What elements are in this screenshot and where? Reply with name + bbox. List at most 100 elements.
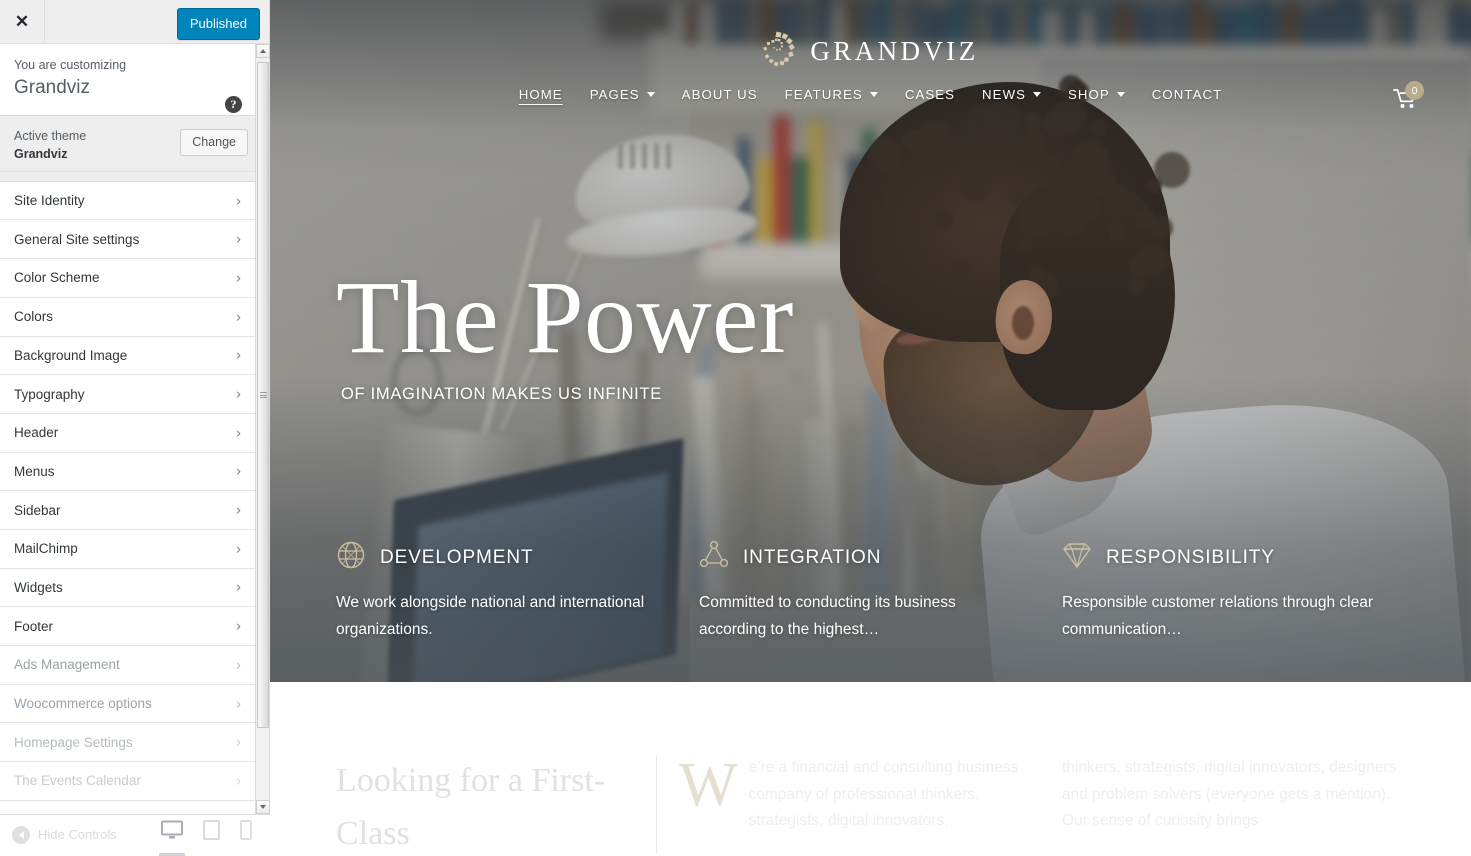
desktop-icon <box>161 820 183 840</box>
sidebar-item-label: Background Image <box>14 348 127 363</box>
close-icon: ✕ <box>15 12 29 32</box>
sidebar-item-header[interactable]: Header › <box>0 414 256 453</box>
sidebar-item-label: Sidebar <box>14 503 61 518</box>
scrollbar-thumb[interactable] <box>257 62 269 728</box>
sidebar-item-label: The Events Calendar <box>14 773 141 788</box>
device-mobile-button[interactable] <box>240 820 252 849</box>
drop-cap: W <box>679 759 738 812</box>
sidebar-item-ads-management[interactable]: Ads Management › <box>0 646 256 685</box>
chevron-down-icon <box>870 92 878 97</box>
nav-item-label: CASES <box>905 87 955 102</box>
column-divider <box>656 755 657 854</box>
sidebar-item-color-scheme[interactable]: Color Scheme › <box>0 259 256 298</box>
publish-button[interactable]: Published <box>177 8 260 40</box>
feature-description: We work alongside national and internati… <box>336 589 656 643</box>
brand-name: GRANDVIZ <box>810 36 978 67</box>
nav-item-home[interactable]: HOME <box>519 87 563 102</box>
sidebar-item-label: Typography <box>14 387 85 402</box>
chevron-right-icon: › <box>236 308 241 325</box>
sidebar-item-label: Site Identity <box>14 193 85 208</box>
nav-item-label: NEWS <box>982 87 1026 102</box>
nav-item-contact[interactable]: CONTACT <box>1152 87 1222 102</box>
network-triangle-icon <box>699 540 729 575</box>
help-icon[interactable]: ? <box>225 96 242 113</box>
hide-controls-button[interactable]: Hide Controls <box>12 826 117 844</box>
lower-paragraph-2: thinkers, strategists, digital innovator… <box>1062 755 1407 854</box>
feature-development: DEVELOPMENT We work alongside national an… <box>336 540 699 643</box>
chevron-right-icon: › <box>236 772 241 789</box>
sidebar-item-mailchimp[interactable]: MailChimp › <box>0 530 256 569</box>
chevron-right-icon: › <box>236 424 241 441</box>
customizer-footer: Hide Controls <box>0 814 270 854</box>
mobile-icon <box>240 820 252 840</box>
nav-item-cases[interactable]: CASES <box>905 87 955 102</box>
feature-description: Responsible customer relations through c… <box>1062 589 1382 643</box>
feature-title: INTEGRATION <box>743 547 881 569</box>
chevron-right-icon: › <box>236 502 241 519</box>
cart-button[interactable]: 0 <box>1393 88 1419 110</box>
hero-heading: The Power <box>336 265 794 371</box>
sidebar-item-sidebar[interactable]: Sidebar › <box>0 491 256 530</box>
sidebar-item-label: Widgets <box>14 580 63 595</box>
tablet-icon <box>203 820 220 840</box>
chevron-right-icon: › <box>236 231 241 248</box>
lower-content-section: Looking for a First-Class We’re a financ… <box>270 682 1471 854</box>
lower-paragraph-1-text: e’re a financial and consulting business… <box>749 759 1019 829</box>
sidebar-item-footer[interactable]: Footer › <box>0 607 256 646</box>
sidebar-item-homepage-settings[interactable]: Homepage Settings › <box>0 723 256 762</box>
sidebar-item-label: General Site settings <box>14 232 139 247</box>
nav-item-label: SHOP <box>1068 87 1110 102</box>
sidebar-item-label: Menus <box>14 464 55 479</box>
nav-item-pages[interactable]: PAGES <box>590 87 655 102</box>
sidebar-item-label: Woocommerce options <box>14 696 152 711</box>
feature-responsibility: RESPONSIBILITY Responsible customer relat… <box>1062 540 1425 643</box>
site-logo[interactable]: GRANDVIZ <box>270 0 1471 71</box>
nav-item-label: ABOUT US <box>682 87 758 102</box>
sidebar-item-label: Colors <box>14 309 53 324</box>
collapse-arrow-icon <box>12 826 30 844</box>
customizer-section-list: Site Identity › General Site settings › Colo… <box>0 182 256 801</box>
sidebar-item-widgets[interactable]: Widgets › <box>0 569 256 608</box>
device-preview-switcher <box>161 820 258 849</box>
customizer-scrollbar[interactable] <box>255 44 269 814</box>
nav-item-shop[interactable]: SHOP <box>1068 87 1125 102</box>
sidebar-item-general-site-settings[interactable]: General Site settings › <box>0 220 256 259</box>
chevron-right-icon: › <box>236 618 241 635</box>
chevron-right-icon: › <box>236 656 241 673</box>
site-header: GRANDVIZ HOME PAGES ABOUT US FEATURES CASES N… <box>270 0 1471 102</box>
change-theme-button[interactable]: Change <box>180 129 248 156</box>
globe-icon <box>336 540 366 575</box>
device-desktop-button[interactable] <box>161 820 183 849</box>
nav-item-label: PAGES <box>590 87 640 102</box>
sidebar-item-label: Color Scheme <box>14 270 100 285</box>
customizing-info: You are customizing Grandviz ? <box>0 44 256 116</box>
hero-subheading: OF IMAGINATION MAKES US INFINITE <box>341 385 794 404</box>
scroll-up-button[interactable] <box>256 44 270 58</box>
sidebar-item-colors[interactable]: Colors › <box>0 298 256 337</box>
feature-description: Committed to conducting its business acc… <box>699 589 1019 643</box>
nav-item-features[interactable]: FEATURES <box>785 87 878 102</box>
scrollbar-grip <box>260 391 267 400</box>
chevron-down-icon <box>647 92 655 97</box>
close-customizer-button[interactable]: ✕ <box>0 0 45 43</box>
sidebar-item-site-identity[interactable]: Site Identity › <box>0 182 256 221</box>
primary-navigation: HOME PAGES ABOUT US FEATURES CASES NEWS SHOP CO… <box>270 87 1471 102</box>
device-tablet-button[interactable] <box>203 820 220 849</box>
sidebar-item-menus[interactable]: Menus › <box>0 453 256 492</box>
nav-item-news[interactable]: NEWS <box>982 87 1041 102</box>
sidebar-item-background-image[interactable]: Background Image › <box>0 337 256 376</box>
chevron-right-icon: › <box>236 269 241 286</box>
nav-item-label: HOME <box>519 87 563 102</box>
chevron-right-icon: › <box>236 695 241 712</box>
sidebar-item-label: Ads Management <box>14 657 120 672</box>
nav-item-label: FEATURES <box>785 87 863 102</box>
scroll-down-button[interactable] <box>256 800 270 814</box>
chevron-right-icon: › <box>236 386 241 403</box>
sidebar-item-woocommerce-options[interactable]: Woocommerce options › <box>0 685 256 724</box>
panel-divider <box>0 172 256 182</box>
sidebar-item-typography[interactable]: Typography › <box>0 375 256 414</box>
chevron-right-icon: › <box>236 734 241 751</box>
sidebar-item-the-events-calendar[interactable]: The Events Calendar › <box>0 762 256 801</box>
hide-controls-label: Hide Controls <box>38 827 117 842</box>
nav-item-about-us[interactable]: ABOUT US <box>682 87 758 102</box>
